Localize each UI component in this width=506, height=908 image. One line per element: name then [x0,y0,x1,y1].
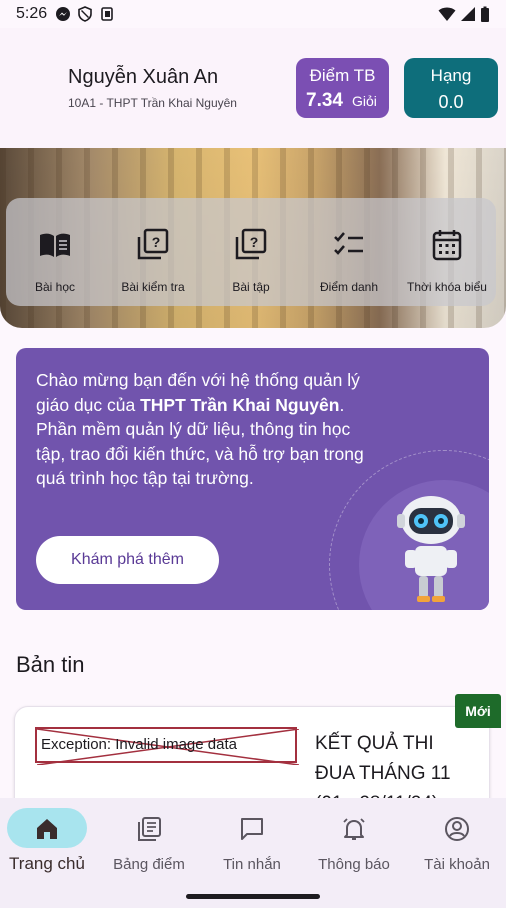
welcome-school-name: THPT Trần Khai Nguyên [140,394,340,415]
average-score-grade: Giỏi [352,93,377,109]
svg-text:?: ? [152,234,161,250]
battery-icon [481,6,489,22]
average-score-value: 7.34 [306,90,343,111]
profile-header: Nguyễn Xuân An 10A1 - THPT Trần Khai Ngu… [0,28,506,148]
nav-item-notifications[interactable]: Thông báo [304,808,404,878]
nav-item-scoreboard[interactable]: Bảng điểm [99,808,199,878]
bell-icon [343,818,365,840]
rank-value: 0.0 [438,92,464,112]
scoreboard-icon [138,817,161,841]
status-right-icons [438,6,490,22]
quick-item-homework[interactable]: ? Bài tập [202,198,300,306]
messenger-icon [56,7,71,21]
new-badge: Mới [455,694,501,728]
nav-label-account: Tài khoản [424,856,490,873]
shield-icon [78,6,92,22]
robot-mascot-icon [397,496,465,602]
user-school: 10A1 - THPT Trần Khai Nguyên [68,96,237,110]
quick-label-attendance: Điểm danh [319,280,379,294]
nav-item-account[interactable]: Tài khoản [407,808,506,878]
status-time: 5:26 [16,5,48,22]
nav-item-home[interactable]: Trang chủ [0,808,97,878]
average-score-label: Điểm TB [309,66,376,85]
average-score-card[interactable]: Điểm TB 7.34 Giỏi [296,58,389,118]
status-bar: 5:26 [0,0,506,28]
quick-label-timetable: Thời khóa biểu [407,280,487,294]
book-open-icon [40,233,70,257]
checklist-icon [334,232,363,255]
quiz-icon: ? [137,228,169,260]
quick-item-attendance[interactable]: Điểm danh [300,198,398,306]
bottom-navigation: Trang chủ Bảng điểm Tin nhắn Thông báo T… [0,798,506,908]
quick-item-lessons[interactable]: Bài học [6,198,104,306]
wifi-icon [438,7,456,21]
message-icon [241,818,263,840]
signal-icon [461,7,475,21]
welcome-text: Chào mừng bạn đến với hệ thống quản lý g… [36,368,376,491]
explore-more-button[interactable]: Khám phá thêm [36,536,219,584]
welcome-card: Chào mừng bạn đến với hệ thống quản lý g… [16,348,489,610]
nav-label-notifications: Thông báo [318,856,390,873]
screenshot-icon [101,7,113,21]
news-image-error: Exception: Invalid image data [35,727,299,765]
quick-label-homework: Bài tập [232,280,270,294]
news-image-error-text: Exception: Invalid image data [41,736,237,753]
quick-label-lessons: Bài học [34,280,76,294]
quick-item-tests[interactable]: ? Bài kiểm tra [104,198,202,306]
nav-item-messages[interactable]: Tin nhắn [202,808,302,878]
nav-label-scoreboard: Bảng điểm [113,856,185,873]
rank-card[interactable]: Hạng 0.0 [404,58,498,118]
rank-label: Hạng [430,66,472,85]
nav-label-messages: Tin nhắn [223,856,281,873]
quick-item-timetable[interactable]: Thời khóa biểu [398,198,496,306]
quiz-icon: ? [235,228,267,260]
home-gesture-bar[interactable] [186,894,320,899]
calendar-icon [432,230,462,261]
nav-label-home: Trang chủ [9,854,85,873]
home-icon [37,819,57,839]
quick-menu: Bài học ? Bài kiểm tra ? Bài tập Điểm da… [6,198,496,306]
svg-text:?: ? [250,234,259,250]
quick-label-tests: Bài kiểm tra [121,280,185,294]
user-name: Nguyễn Xuân An [68,66,219,88]
news-section-title: Bản tin [16,652,85,677]
account-icon [445,817,469,841]
